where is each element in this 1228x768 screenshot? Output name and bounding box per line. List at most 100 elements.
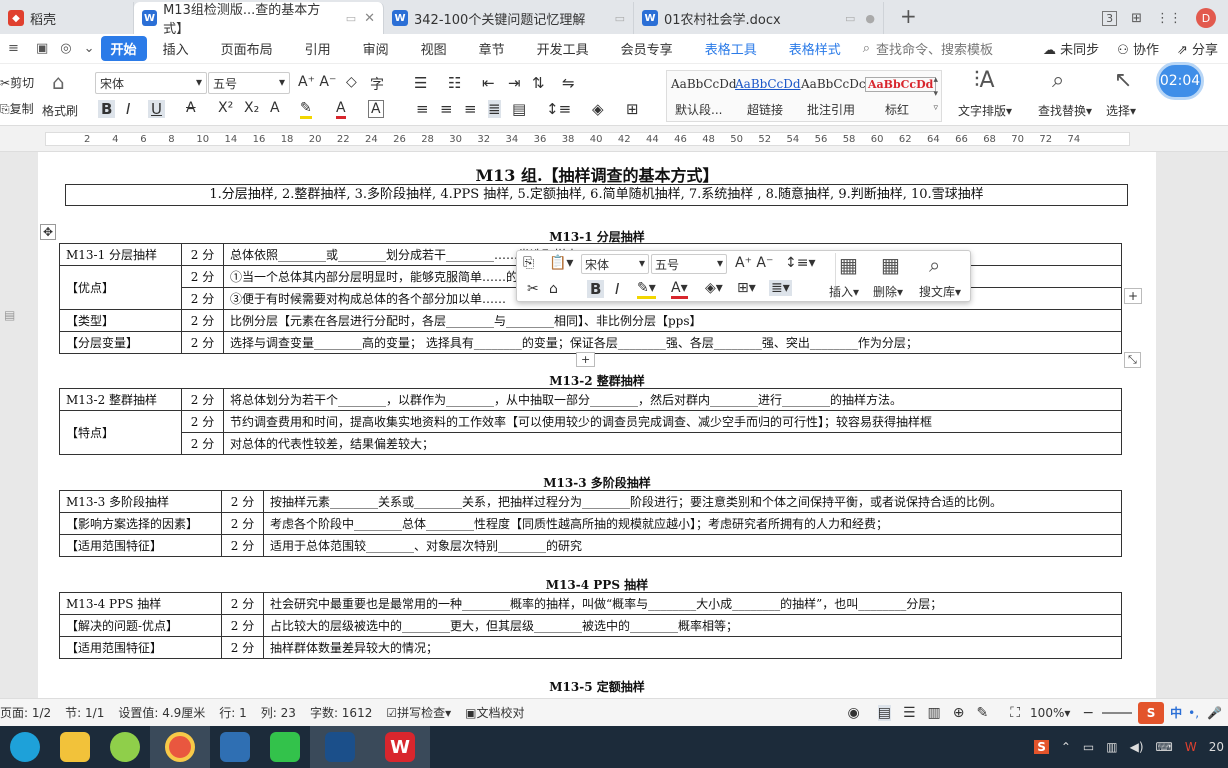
table-cell[interactable]: 2 分 [181,243,224,266]
spell-check-button[interactable]: ☑拼写检查▾ [386,704,451,721]
pin-icon[interactable]: ▭ [615,12,625,25]
chevron-up-icon[interactable]: ⌃ [1061,740,1071,754]
zoom-slider[interactable] [1102,711,1133,714]
table-cell[interactable]: 2 分 [181,388,224,411]
align-left-icon[interactable]: ≡ [416,100,429,118]
table-move-handle-icon[interactable]: ✥ [40,224,57,240]
table-cell[interactable]: 2 分 [181,309,224,332]
table-cell[interactable]: 适用于总体范围较________、对象层次特别________的研究 [263,534,1122,557]
status-page[interactable]: 页面: 1/2 [0,704,51,721]
highlight-icon[interactable]: ✎▾ [637,280,656,299]
italic-icon[interactable]: I [126,100,130,118]
menu-table-style[interactable]: 表格样式 [773,39,857,58]
web-view-icon[interactable]: ⊕ [953,705,965,721]
settings-icon[interactable] [100,726,150,768]
style-comment-sample[interactable]: AaBbCcDc [801,77,866,91]
menu-member[interactable]: 会员专享 [605,39,689,58]
outdent-icon[interactable]: ⇥ [508,74,521,92]
eye-icon[interactable]: ◉ [848,705,860,721]
pin-icon[interactable]: ▭ [845,12,855,25]
select-button[interactable]: 选择▾ [1106,102,1136,119]
style-hyperlink-sample[interactable]: AaBbCcDd [735,77,801,91]
table-cell[interactable]: 2 分 [181,265,224,288]
pen-icon[interactable]: ✎ [977,705,989,721]
line-spacing-icon[interactable]: ↕≡ [546,100,571,118]
new-tab-icon[interactable]: + [900,4,917,28]
copy-icon[interactable]: ⎘ [523,255,534,271]
format-painter-button[interactable]: 格式刷 [42,102,78,119]
add-column-icon[interactable]: + [1124,288,1143,304]
tab-01-doc[interactable]: W 01农村社会学.docx ▭ ● [634,2,884,34]
explorer-icon[interactable] [50,726,100,768]
wrap-icon[interactable]: ⇋ [562,74,575,92]
menu-reference[interactable]: 引用 [289,39,347,58]
tray-clock[interactable]: 20 [1209,740,1224,754]
align-right-icon[interactable]: ≡ [464,100,477,118]
library-search-icon[interactable]: ⌕ [929,253,940,277]
grow-font-icon[interactable]: A⁺ A⁻ [735,255,773,271]
menu-icon[interactable]: ≡ [0,41,30,56]
border-icon[interactable]: ⊞ [626,100,639,118]
network-icon[interactable]: ▥ [1106,740,1117,754]
magnifier-icon[interactable]: ⌕ [1052,68,1064,93]
font-name-select[interactable]: 宋体 ▾ [95,72,207,94]
table-cell[interactable]: 【分层变量】 [59,331,182,354]
sync-button[interactable]: ☁ 未同步 [1043,39,1099,58]
table-cell[interactable]: 2 分 [221,636,264,659]
brush-icon[interactable]: ⌂ [549,281,558,297]
collab-button[interactable]: ⚇ 协作 [1117,39,1159,58]
ime-mode[interactable]: 中 [1170,704,1182,721]
close-icon[interactable]: ✕ [364,11,375,26]
proofread-button[interactable]: ▣文档校对 [465,704,524,721]
table-cell[interactable]: 社会研究中最重要也是最常用的一种________概率的抽样，叫做“概率与____… [263,592,1122,615]
table-cell[interactable]: 考虑各个阶段中________总体________性程度【同质性越高所抽的规模就… [263,512,1122,535]
superscript-icon[interactable]: X² [218,100,233,116]
page-count-icon[interactable]: 3 [1102,10,1118,26]
menu-view[interactable]: 视图 [405,39,463,58]
table-cell[interactable]: 比例分层【元素在各层进行分配时，各层________与________相同】、非… [223,309,1122,332]
char-border-icon[interactable]: A [368,100,384,118]
table-cell[interactable]: 对总体的代表性较差，结果偏差较大； [223,432,1122,455]
table-cell[interactable]: M13-2 整群抽样 [59,388,182,411]
line-spacing-icon[interactable]: ↕≡▾ [785,255,816,271]
menu-chapter[interactable]: 章节 [463,39,521,58]
wechat-icon[interactable] [260,726,310,768]
edge-icon[interactable] [0,726,50,768]
find-replace-button[interactable]: 查找替换▾ [1038,102,1092,119]
app-icon[interactable] [310,726,370,768]
paste-icon[interactable]: 📋▾ [549,255,573,271]
save-icon[interactable]: ▣ [30,41,54,56]
mini-font-name-select[interactable]: 宋体 ▾ [581,254,649,274]
table-cell[interactable]: M13-1 分层抽样 [59,243,182,266]
eraser-icon[interactable]: ◇ [346,74,357,90]
table-cell[interactable]: 2 分 [221,614,264,637]
table-cell[interactable]: 【适用范围特征】 [59,534,222,557]
strikethrough-icon[interactable]: A [186,100,196,116]
phonetic-icon[interactable]: 字 [370,74,384,94]
page-view-icon[interactable]: ▤ [877,704,891,721]
table-cell[interactable]: 2 分 [181,432,224,455]
menu-table-tools[interactable]: 表格工具 [689,39,773,58]
table-cell[interactable]: 2 分 [221,512,264,535]
search-input[interactable]: 查找命令、搜索模板 [876,39,993,58]
table-cell[interactable]: 2 分 [181,410,224,433]
chevron-down-icon[interactable]: ⌄ [78,41,101,56]
distribute-icon[interactable]: ▤ [512,100,526,118]
outline-view-icon[interactable]: ☰ [903,705,916,721]
table-cell[interactable]: 2 分 [221,592,264,615]
keyboard-icon[interactable]: ⌨ [1156,740,1173,754]
monitor-icon[interactable]: ▭ [1083,740,1094,754]
text-effect-icon[interactable]: A [270,100,280,116]
align-icon[interactable]: ≣▾ [769,280,792,296]
cursor-icon[interactable]: ↖ [1114,68,1132,93]
sort-icon[interactable]: ⇅ [532,74,545,92]
table-cell[interactable]: 【类型】 [59,309,182,332]
table-cell[interactable]: M13-4 PPS 抽样 [59,592,222,615]
table-cell[interactable]: 占比较大的层级被选中的________更大，但其层级________被选中的__… [263,614,1122,637]
menu-layout[interactable]: 页面布局 [205,39,289,58]
library-button[interactable]: 搜文库▾ [919,283,961,300]
sogou-tray-icon[interactable]: S [1034,740,1049,754]
insert-button[interactable]: 插入▾ [829,283,859,300]
highlight-icon[interactable]: ✎ [300,100,312,119]
avatar[interactable]: D [1196,8,1216,28]
